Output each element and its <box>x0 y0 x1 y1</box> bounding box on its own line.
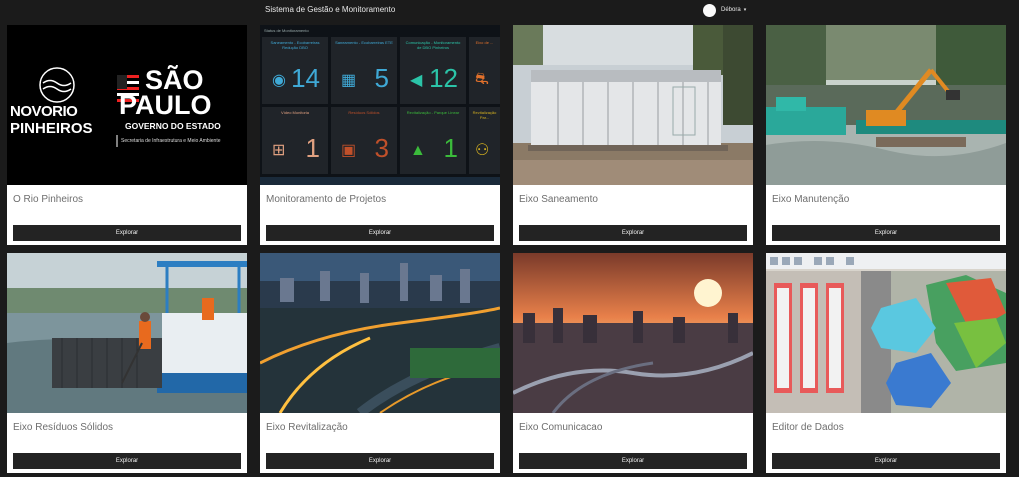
card-thumbnail[interactable] <box>513 253 753 413</box>
card-title: Eixo Resíduos Sólidos <box>13 422 114 433</box>
card-thumbnail[interactable] <box>7 253 247 413</box>
dashboard-tile: Saneamento - Ecobarreiras Redução DBO ◉ … <box>262 37 328 104</box>
card-title: Eixo Revitalização <box>266 422 348 433</box>
logo-paulo: PAULO <box>119 90 212 120</box>
card-eixo-residuos-solidos[interactable]: Eixo Resíduos Sólidos Explorar <box>7 253 247 473</box>
card-eixo-comunicacao[interactable]: Eixo Comunicacao Explorar <box>513 253 753 473</box>
tile-label: Eixo de ... <box>475 40 494 45</box>
dashboard-tile: Eixo de ... ⛐ <box>469 37 500 104</box>
tile-label: Comunicação - Monitoramento de DBO Pinhe… <box>405 40 461 50</box>
card-rio-pinheiros[interactable]: NOVORIO PINHEIROS SÃO PAULO GOVERNO DO E… <box>7 25 247 245</box>
logo-governo: GOVERNO DO ESTADO <box>125 121 221 131</box>
card-thumbnail[interactable] <box>260 253 500 413</box>
card-title: Eixo Saneamento <box>519 194 598 205</box>
dashboard-tile: Revitalização - Parque Linear ▲ 1 <box>400 107 466 174</box>
card-thumbnail[interactable]: NOVORIO PINHEIROS SÃO PAULO GOVERNO DO E… <box>7 25 247 185</box>
city-night-photo <box>260 253 500 413</box>
dashboard-preview: Status de Monitoramento Saneamento - Eco… <box>260 25 500 185</box>
tile-value: 1 <box>305 133 320 163</box>
bicycle-icon: ⚇ <box>475 142 490 159</box>
tile-label: Vídeo Monitoria <box>280 110 309 115</box>
card-thumbnail[interactable] <box>513 25 753 185</box>
building-icon: ⊞ <box>272 142 286 159</box>
trash-icon: ▣ <box>341 142 357 159</box>
dashboard-tile: Vídeo Monitoria ⊞ 1 <box>262 107 328 174</box>
explore-button[interactable]: Explorar <box>519 453 747 469</box>
chevron-down-icon[interactable]: ▾ <box>744 7 747 13</box>
tile-value: 5 <box>374 63 389 93</box>
card-monitoramento-projetos[interactable]: Status de Monitoramento Saneamento - Eco… <box>260 25 500 245</box>
water-drop-icon: ◉ <box>272 72 286 89</box>
logo-pinheiros: PINHEIROS <box>10 120 93 137</box>
top-bar: Sistema de Gestão e Monitoramento Débora… <box>0 0 1019 22</box>
dashboard-tile: Saneamento - Ecobarreiras ETE ▦ 5 <box>331 37 397 104</box>
tile-label: Saneamento - Ecobarreiras Redução DBO <box>270 40 320 50</box>
gis-editor-screenshot <box>766 253 1006 413</box>
explore-button[interactable]: Explorar <box>772 453 1000 469</box>
dashboard-tile: Resíduos Sólidos ▣ 3 <box>331 107 397 174</box>
dashboard-footer <box>260 177 500 185</box>
dashboard-header: Status de Monitoramento <box>264 28 309 33</box>
explore-button[interactable]: Explorar <box>266 225 494 241</box>
user-menu[interactable]: Débora ▾ <box>703 2 746 18</box>
megaphone-icon: ◀ <box>410 72 423 89</box>
tile-label: Revitalização - Parque Linear <box>406 110 460 115</box>
logo-secretaria: Secretaria de Infraestrutura e Meio Ambi… <box>121 138 221 144</box>
tile-value: 1 <box>443 133 458 163</box>
city-sunset-photo <box>513 253 753 413</box>
card-eixo-manutencao[interactable]: Eixo Manutenção Explorar <box>766 25 1006 245</box>
explore-button[interactable]: Explorar <box>266 453 494 469</box>
waste-collection-boat-photo <box>7 253 247 413</box>
tree-icon: ▲ <box>410 142 426 159</box>
card-eixo-revitalizacao[interactable]: Eixo Revitalização Explorar <box>260 253 500 473</box>
tile-label: Saneamento - Ecobarreiras ETE <box>335 40 393 45</box>
tile-value: 12 <box>429 63 458 93</box>
card-title: Monitoramento de Projetos <box>266 194 387 205</box>
card-title: O Rio Pinheiros <box>13 194 84 205</box>
tile-value: 3 <box>374 133 389 163</box>
user-name[interactable]: Débora <box>721 7 741 13</box>
tile-label: Resíduos Sólidos <box>348 110 380 115</box>
app-title: Sistema de Gestão e Monitoramento <box>265 5 396 14</box>
card-thumbnail[interactable]: Status de Monitoramento Saneamento - Eco… <box>260 25 500 185</box>
treatment-plant-photo <box>513 25 753 185</box>
card-editor-de-dados[interactable]: Editor de Dados Explorar <box>766 253 1006 473</box>
avatar[interactable] <box>703 3 716 17</box>
novo-rio-pinheiros-logo: NOVORIO PINHEIROS SÃO PAULO GOVERNO DO E… <box>7 25 247 185</box>
dashboard-tile: Revitalização Par... ⚇ <box>469 107 500 174</box>
card-eixo-saneamento[interactable]: Eixo Saneamento Explorar <box>513 25 753 245</box>
card-title: Eixo Manutenção <box>772 194 850 205</box>
dashboard-tile: Comunicação - Monitoramento de DBO Pinhe… <box>400 37 466 104</box>
treatment-plant-icon: ▦ <box>341 72 357 89</box>
motorcycle-icon: ⛐ <box>475 71 489 88</box>
excavator-barge-photo <box>766 25 1006 185</box>
explore-button[interactable]: Explorar <box>13 453 241 469</box>
explore-button[interactable]: Explorar <box>13 225 241 241</box>
card-title: Editor de Dados <box>772 422 844 433</box>
card-thumbnail[interactable] <box>766 25 1006 185</box>
logo-novo-rio: NOVORIO <box>10 103 78 120</box>
card-thumbnail[interactable] <box>766 253 1006 413</box>
tile-label: Revitalização Par... <box>472 110 497 120</box>
explore-button[interactable]: Explorar <box>519 225 747 241</box>
card-title: Eixo Comunicacao <box>519 422 603 433</box>
explore-button[interactable]: Explorar <box>772 225 1000 241</box>
tile-value: 14 <box>291 63 320 93</box>
